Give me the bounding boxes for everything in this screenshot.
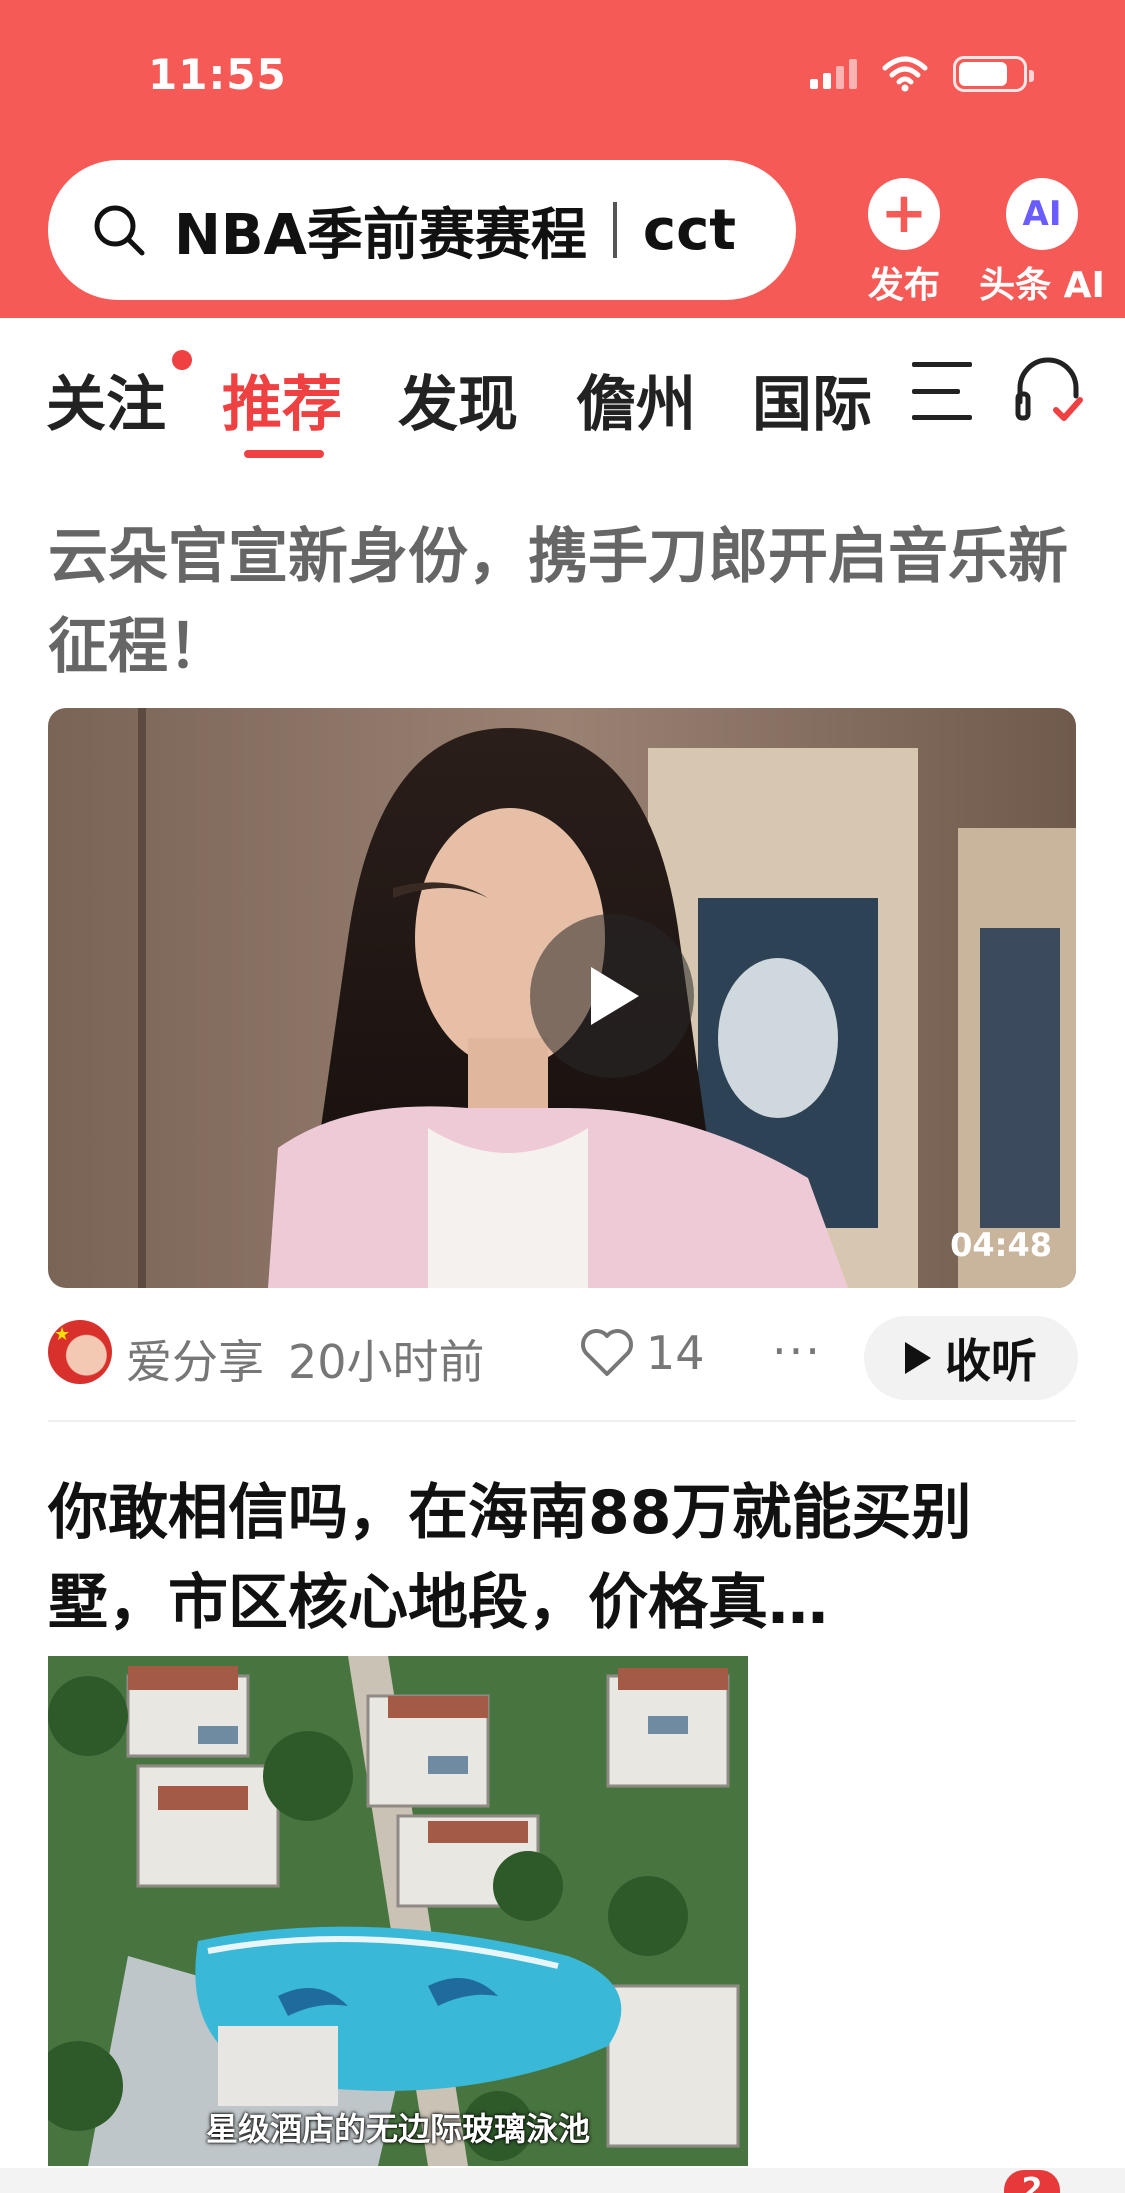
search-bar[interactable]: NBA季前赛赛程 cct [48, 160, 796, 300]
cellular-signal-icon [810, 59, 857, 89]
publish-time: 20小时前 [288, 1335, 485, 1389]
ai-icon: AI [1006, 178, 1078, 250]
wifi-icon [882, 56, 928, 92]
tab-international[interactable]: 国际 [752, 356, 872, 443]
listen-label: 收听 [945, 1334, 1037, 1388]
villa-aerial-image [48, 1656, 748, 2166]
publish-label: 发布 [867, 265, 940, 306]
status-time: 11:55 [148, 50, 287, 99]
play-triangle-icon [905, 1342, 931, 1374]
search-query-text: NBA季前赛赛程 [174, 202, 587, 268]
tab-danzhou[interactable]: 儋州 [576, 356, 696, 443]
article-divider [48, 1420, 1076, 1422]
avatar[interactable]: ★ [48, 1320, 112, 1384]
play-button[interactable] [530, 914, 694, 1078]
video-thumbnail[interactable]: 04:48 [48, 708, 1076, 1288]
publish-button[interactable]: + 发布 [844, 178, 964, 308]
search-icon [94, 205, 145, 256]
image-caption: 星级酒店的无边际玻璃泳池 [205, 2110, 590, 2148]
channel-menu-icon[interactable] [912, 362, 972, 420]
headphone-icon[interactable] [1012, 352, 1084, 424]
toutiao-ai-label: 头条 AI [979, 265, 1105, 306]
notification-badge: 2 [1004, 2170, 1060, 2193]
plus-icon: + [868, 178, 940, 250]
article-title[interactable]: 你敢相信吗，在海南88万就能买别墅，市区核心地段，价格真… [48, 1468, 1078, 1648]
top-header: 11:55 NBA季前赛赛程 cct + 发布 AI 头条 AI [0, 0, 1125, 318]
bottom-navigation-bar [0, 2168, 1125, 2193]
unread-dot [172, 350, 192, 370]
like-icon[interactable] [578, 1324, 636, 1382]
tab-follow[interactable]: 关注 [46, 356, 166, 443]
status-icons [810, 56, 1034, 92]
author-name[interactable]: 爱分享 [126, 1326, 264, 1392]
search-separator [612, 202, 617, 258]
search-next-query-text: cct [642, 197, 737, 263]
battery-icon [953, 56, 1034, 92]
article-title[interactable]: 云朵官宣新身份，携手刀郎开启音乐新征程！ [48, 512, 1078, 692]
toutiao-ai-button[interactable]: AI 头条 AI [972, 178, 1112, 308]
tab-discover[interactable]: 发现 [398, 356, 518, 443]
tab-recommend[interactable]: 推荐 [222, 356, 342, 443]
like-count: 14 [646, 1326, 705, 1380]
article-meta: ★ 爱分享 20小时前 14 ··· 收听 [48, 1316, 1078, 1400]
more-options-icon[interactable]: ··· [772, 1324, 822, 1378]
listen-button[interactable]: 收听 [864, 1316, 1078, 1400]
article-image[interactable]: 星级酒店的无边际玻璃泳池 [48, 1656, 748, 2166]
video-duration: 04:48 [950, 1226, 1052, 1264]
active-tab-indicator [244, 450, 324, 458]
play-icon [591, 967, 639, 1025]
